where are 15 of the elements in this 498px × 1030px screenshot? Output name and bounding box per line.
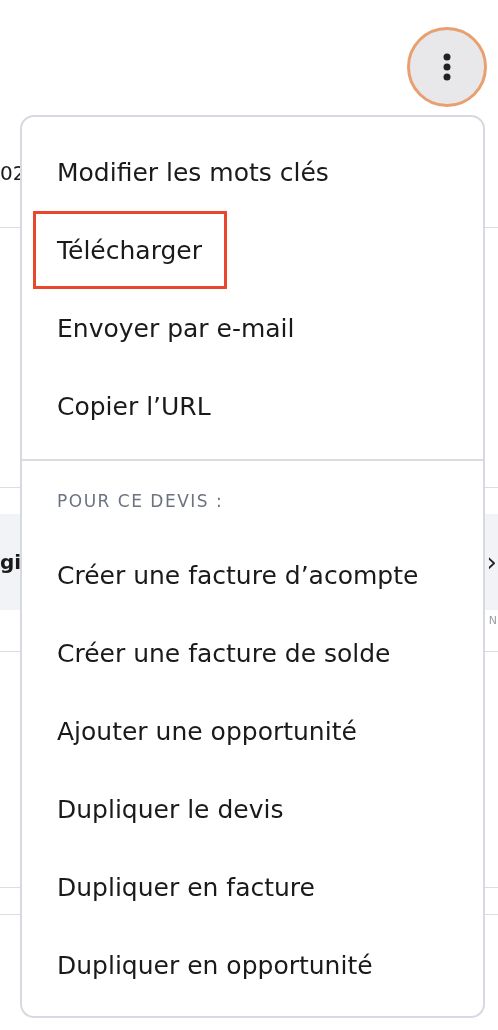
- more-vertical-icon: [443, 53, 451, 81]
- menu-item[interactable]: Créer une facture d’acompte: [33, 536, 444, 614]
- chevron-icon[interactable]: ›: [486, 547, 498, 577]
- menu-item[interactable]: Dupliquer en facture: [33, 848, 340, 926]
- menu-section-header: POUR CE DEVIS :: [56, 490, 225, 513]
- menu-item[interactable]: Créer une facture de solde: [33, 614, 416, 692]
- row-label: N: [488, 614, 498, 627]
- menu-item[interactable]: Dupliquer en opportunité: [33, 926, 398, 1004]
- menu-item[interactable]: Envoyer par e-mail: [33, 289, 320, 367]
- menu-item[interactable]: Copier l’URL: [33, 367, 236, 445]
- menu-item[interactable]: Ajouter une opportunité: [33, 692, 382, 770]
- menu-item[interactable]: Modifier les mots clés: [33, 133, 354, 211]
- row-title: gi: [0, 550, 22, 574]
- menu-item[interactable]: Dupliquer le devis: [33, 770, 309, 848]
- menu-item[interactable]: Télécharger: [33, 211, 227, 289]
